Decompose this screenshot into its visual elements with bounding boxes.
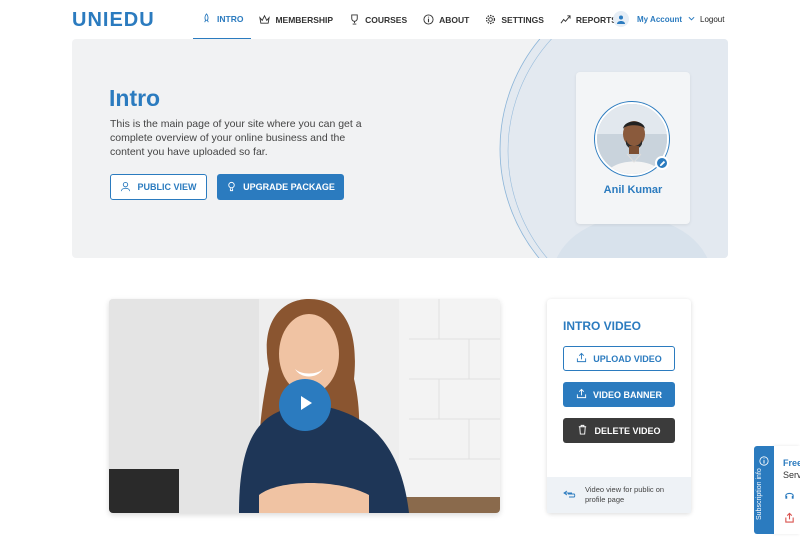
upload-icon — [576, 388, 587, 401]
headset-icon[interactable] — [784, 488, 795, 506]
user-avatar-icon — [613, 11, 629, 27]
share-icon[interactable] — [784, 510, 795, 528]
lightbulb-icon — [226, 181, 237, 194]
nav-label-settings: SETTINGS — [501, 15, 544, 25]
intro-hero-panel: Intro This is the main page of your site… — [72, 39, 728, 258]
page-description: This is the main page of your site where… — [110, 118, 362, 158]
profile-card: Anil Kumar — [576, 72, 690, 224]
video-banner-label: VIDEO BANNER — [592, 389, 662, 400]
chart-icon — [560, 14, 571, 27]
logout-link[interactable]: Logout — [700, 15, 724, 24]
intro-video-panel: INTRO VIDEO UPLOAD VIDEO VIDEO BANNER DE… — [547, 299, 691, 513]
nav-label-courses: COURSES — [365, 15, 408, 25]
gear-icon — [485, 14, 496, 27]
intro-video-title: INTRO VIDEO — [563, 319, 642, 333]
peek-text-serv: Serv — [783, 470, 800, 480]
video-visibility-text: Video view for public on profile page — [585, 485, 665, 504]
user-icon — [120, 181, 131, 194]
peek-text-free: Free — [783, 458, 800, 468]
nav-item-courses[interactable]: COURSES — [341, 0, 415, 40]
public-view-button[interactable]: PUBLIC VIEW — [110, 174, 207, 200]
profile-name: Anil Kumar — [603, 184, 663, 196]
info-icon — [423, 13, 434, 27]
pencil-icon — [659, 154, 666, 172]
nav-item-membership[interactable]: MEMBERSHIP — [251, 0, 341, 40]
upgrade-package-label: UPGRADE PACKAGE — [243, 182, 335, 192]
my-account-menu[interactable]: My Account — [613, 11, 695, 27]
nav-label-membership: MEMBERSHIP — [275, 15, 334, 25]
nav-item-intro[interactable]: INTRO — [193, 0, 252, 40]
trophy-icon — [349, 13, 360, 27]
subscription-info-label: Subscription info — [756, 468, 763, 520]
chevron-down-icon — [688, 15, 695, 24]
video-banner-button[interactable]: VIDEO BANNER — [563, 382, 675, 407]
delete-video-button[interactable]: DELETE VIDEO — [563, 418, 675, 443]
video-visibility-note: Video view for public on profile page — [547, 477, 691, 513]
page-title: Intro — [109, 85, 161, 111]
play-icon — [295, 393, 315, 418]
pointing-hand-icon — [563, 489, 577, 502]
trash-icon — [577, 424, 588, 437]
crown-icon — [259, 14, 271, 27]
site-logo[interactable]: UNIEDU — [72, 9, 155, 32]
public-view-label: PUBLIC VIEW — [137, 182, 197, 192]
upgrade-package-button[interactable]: UPGRADE PACKAGE — [217, 174, 344, 200]
upload-icon — [576, 352, 587, 365]
intro-video-player[interactable] — [109, 299, 500, 513]
main-nav: INTRO MEMBERSHIP COURSES ABOUT SETTINGS — [193, 0, 625, 40]
upload-video-button[interactable]: UPLOAD VIDEO — [563, 346, 675, 371]
nav-label-reports: REPORTS — [575, 15, 617, 25]
rocket-icon — [201, 12, 212, 26]
my-account-label: My Account — [637, 14, 683, 24]
nav-label-about: ABOUT — [439, 15, 470, 25]
delete-video-label: DELETE VIDEO — [594, 425, 661, 436]
nav-item-about[interactable]: ABOUT — [415, 0, 477, 40]
nav-item-settings[interactable]: SETTINGS — [477, 0, 552, 40]
top-navigation-bar: UNIEDU INTRO MEMBERSHIP COURSES ABOUT SE… — [0, 0, 800, 40]
edit-photo-button[interactable] — [655, 156, 669, 170]
play-button[interactable] — [279, 379, 331, 431]
upload-video-label: UPLOAD VIDEO — [593, 353, 662, 364]
nav-label-intro: INTRO — [217, 14, 244, 24]
